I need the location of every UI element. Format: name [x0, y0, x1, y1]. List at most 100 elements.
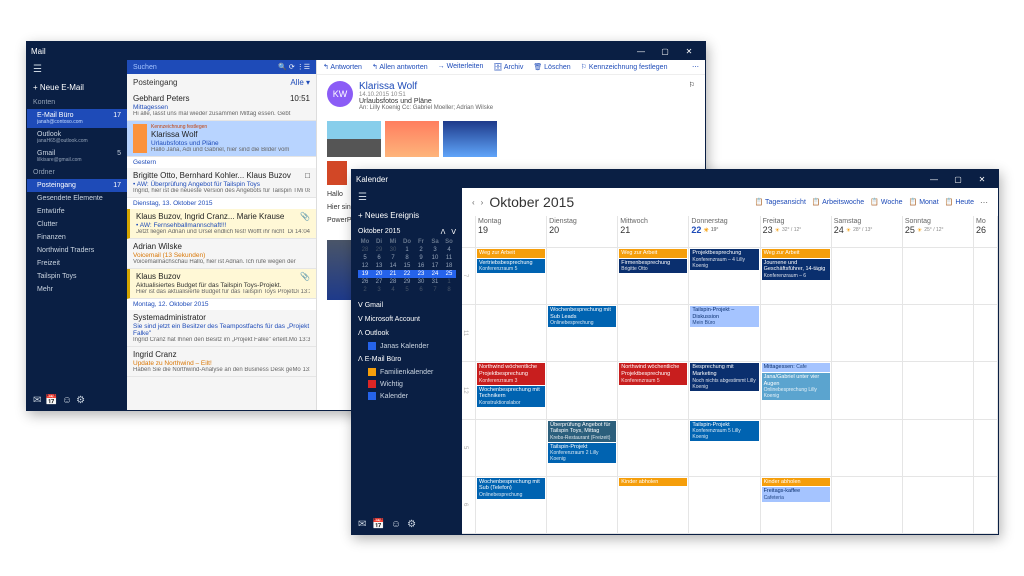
emoji-icon[interactable]: ☺ [391, 519, 401, 530]
event[interactable]: Weg zur Arbeit [477, 249, 545, 258]
calendar-section[interactable]: ᐯ Microsoft Account [352, 312, 462, 326]
day-cell[interactable] [832, 477, 903, 534]
close-button[interactable]: ✕ [677, 47, 701, 56]
folder-item[interactable]: Finanzen [27, 231, 127, 244]
more-icon[interactable]: ⋯ [692, 63, 699, 71]
day-cell[interactable] [832, 362, 903, 419]
day-cell[interactable]: Kinder abholen Freitags-kaffeeCafeteria [761, 477, 832, 534]
maximize-button[interactable]: ▢ [653, 47, 677, 56]
day-cell[interactable] [974, 248, 998, 305]
message-item[interactable]: Ingrid Cranz Update zu Northwind – Eilt!… [127, 347, 316, 377]
day-cell[interactable] [903, 420, 974, 477]
day-cell[interactable] [618, 305, 689, 362]
day-cell[interactable] [761, 420, 832, 477]
message-item[interactable]: Kennzeichnung festlegen Klarissa Wolf Ur… [127, 121, 316, 157]
day-cell[interactable] [547, 248, 618, 305]
folder-item[interactable]: Tailspin Toys [27, 270, 127, 283]
day-cell[interactable]: Northwind wöchentliche Projektbesprechun… [476, 362, 547, 419]
day-cell[interactable] [547, 362, 618, 419]
view-week[interactable]: 📋 Woche [870, 198, 902, 206]
account-item[interactable]: OutlookjanaH65@outlook.com [27, 128, 127, 147]
photo-attachment[interactable] [443, 121, 497, 157]
calendar-section[interactable]: ᐱ E-Mail Büro [352, 352, 462, 366]
view-day[interactable]: 📋 Tagesansicht [755, 198, 806, 206]
folder-item[interactable]: Freizeit [27, 257, 127, 270]
day-cell[interactable] [761, 305, 832, 362]
message-item[interactable]: Gebhard Peters10:51 Mittagessen Hi alle,… [127, 91, 316, 121]
mail-nav-icon[interactable]: ✉ [358, 519, 366, 530]
event[interactable]: Mittagessen: Cafe [762, 363, 830, 372]
account-item[interactable]: Gmaillilkisare@gmail.com5 [27, 147, 127, 166]
month-nav[interactable]: ᐱ ᐯ [441, 228, 456, 236]
event[interactable]: ProjektbesprechungKonferenzraum – 4 Lill… [690, 249, 758, 270]
calendar-item[interactable]: Kalender [352, 390, 462, 402]
archive-button[interactable]: 🗄 Archiv [493, 63, 523, 71]
calendar-nav-icon[interactable]: 📅 [372, 519, 384, 530]
hamburger-icon[interactable]: ☰ [27, 60, 127, 79]
close-button[interactable]: ✕ [970, 175, 994, 184]
sync-icon[interactable]: ⟳ [289, 63, 295, 71]
folder-item[interactable]: Northwind Traders [27, 244, 127, 257]
calendar-item[interactable]: Wichtig [352, 378, 462, 390]
day-cell[interactable] [903, 248, 974, 305]
event[interactable]: Weg zur Arbeit [762, 249, 830, 258]
event[interactable]: Northwind wöchentliche Projektbesprechun… [477, 363, 545, 384]
folder-item[interactable]: Entwürfe [27, 205, 127, 218]
minimize-button[interactable]: — [629, 47, 653, 56]
event[interactable]: Tailspin-ProjektKonferenzraum 5 Lilly Ko… [690, 421, 758, 442]
minimize-button[interactable]: — [922, 175, 946, 184]
photo-attachment[interactable] [385, 121, 439, 157]
calendar-item[interactable]: Janas Kalender [352, 340, 462, 352]
checkbox-icon[interactable] [368, 342, 376, 350]
event[interactable]: Kinder abholen [619, 478, 687, 487]
view-month[interactable]: 📋 Monat [909, 198, 939, 206]
folder-item[interactable]: Gesendete Elemente [27, 192, 127, 205]
day-cell[interactable]: Wochenbesprechung mit Sub (Telefon)Onlin… [476, 477, 547, 534]
folder-item[interactable]: Clutter [27, 218, 127, 231]
reply-button[interactable]: ↰ Antworten [323, 63, 362, 71]
day-cell[interactable]: Northwind wöchentliche Projektbesprechun… [618, 362, 689, 419]
event[interactable]: Wochenbesprechung mit Sub (Telefon)Onlin… [477, 478, 545, 499]
event[interactable]: Jana/Gabriel unter vier AugenOnlinebespr… [762, 373, 830, 400]
day-cell[interactable]: ProjektbesprechungKonferenzraum – 4 Lill… [689, 248, 760, 305]
folder-item[interactable]: Mehr [27, 283, 127, 296]
delete-button[interactable]: 🗑 Löschen [533, 63, 570, 71]
day-cell[interactable]: Überprüfung Angebot für Tailspin Toys, M… [547, 420, 618, 477]
message-item[interactable]: Klaus Buzov, Ingrid Cranz... Marie Kraus… [127, 209, 316, 239]
photo-attachment[interactable] [327, 121, 381, 157]
day-cell[interactable]: Wochenbesprechung mit Sub LeadsOnlinebes… [547, 305, 618, 362]
day-cell[interactable] [832, 420, 903, 477]
day-cell[interactable]: Weg zur Arbeit Journene und Geschäftsfüh… [761, 248, 832, 305]
gear-icon[interactable]: ⚙ [407, 519, 416, 530]
day-cell[interactable] [974, 420, 998, 477]
day-cell[interactable]: Weg zur Arbeit VertriebsbesprechungKonfe… [476, 248, 547, 305]
day-cell[interactable]: Kinder abholen [618, 477, 689, 534]
checkbox-icon[interactable] [368, 380, 376, 388]
event[interactable]: Tailspin-ProjektKonferenzraum 2 Lilly Ko… [548, 443, 616, 464]
mini-calendar[interactable]: Oktober 2015ᐱ ᐯ MoDiMiDoFrSaSo 282930123… [352, 224, 462, 298]
powerpoint-icon[interactable] [327, 161, 347, 185]
hamburger-icon[interactable]: ☰ [352, 188, 462, 207]
flag-icon[interactable]: ⚐ [689, 81, 695, 111]
maximize-button[interactable]: ▢ [946, 175, 970, 184]
day-cell[interactable]: Mittagessen: Cafe Jana/Gabriel unter vie… [761, 362, 832, 419]
day-cell[interactable] [689, 477, 760, 534]
checkbox-icon[interactable] [368, 368, 376, 376]
new-event-button[interactable]: + Neues Ereignis [352, 207, 462, 224]
gear-icon[interactable]: ⚙ [76, 395, 85, 406]
emoji-icon[interactable]: ☺ [62, 395, 72, 406]
next-button[interactable]: › [481, 198, 484, 207]
event[interactable]: Tailspin-Projekt – DiskussionMein Büro [690, 306, 758, 327]
mail-nav-icon[interactable]: ✉ [33, 395, 41, 406]
message-item[interactable]: Brigitte Otto, Bernhard Kohler... Klaus … [127, 168, 316, 198]
day-cell[interactable] [476, 420, 547, 477]
view-workweek[interactable]: 📋 Arbeitswoche [812, 198, 864, 206]
filter-all[interactable]: Alle ▾ [290, 78, 310, 87]
event[interactable]: Kinder abholen [762, 478, 830, 487]
message-item[interactable]: Klaus Buzov📎 Aktualisiertes Budget für d… [127, 269, 316, 299]
search-icon[interactable]: 🔍 [278, 63, 287, 71]
calendar-item[interactable]: Familienkalender [352, 366, 462, 378]
flag-button[interactable]: ⚐ Kennzeichnung festlegen [581, 63, 668, 71]
calendar-section[interactable]: ᐱ Outlook [352, 326, 462, 340]
folder-item[interactable]: Posteingang17 [27, 179, 127, 192]
